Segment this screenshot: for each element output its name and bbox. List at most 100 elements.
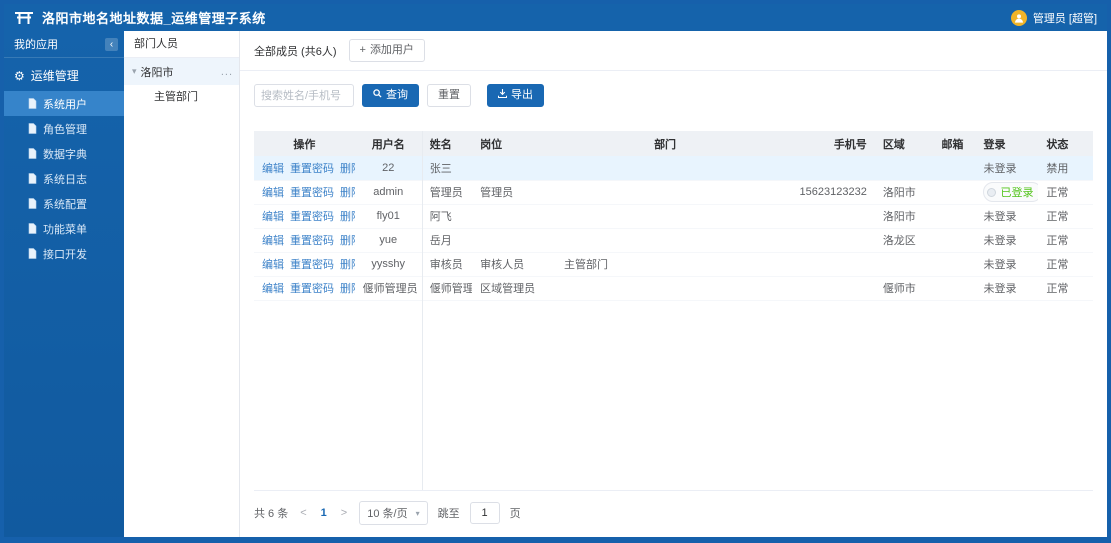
cell-username: fly01	[354, 204, 422, 229]
sidebar-item-6[interactable]: 接口开发	[4, 241, 124, 266]
next-page-button[interactable]: >	[339, 507, 349, 519]
sidebar-item-label: 角色管理	[43, 123, 87, 136]
sidebar-item-1[interactable]: 角色管理	[4, 116, 124, 141]
cell-status: 正常	[1038, 180, 1093, 205]
cell-dept	[556, 180, 775, 205]
cell-name: 审核员	[421, 252, 473, 277]
cell-username: 偃师管理员	[354, 276, 422, 301]
cell-region: 洛龙区	[874, 228, 934, 253]
edit-link[interactable]: 编辑	[262, 211, 284, 223]
sidebar-collapse-icon[interactable]: ‹	[105, 37, 118, 51]
fixed-column-divider	[421, 131, 423, 490]
cell-login: 未登录	[975, 204, 1039, 229]
sidebar: 我的应用 ‹ ⚙ 运维管理 系统用户角色管理数据字典 系统日志 系统配置 功能菜单 接口…	[4, 31, 124, 537]
search-button[interactable]: 查询	[362, 84, 419, 108]
top-header: 洛阳市地名地址数据_运维管理子系统 管理员 [超管]	[4, 4, 1107, 31]
cell-email	[933, 156, 976, 181]
cell-post	[472, 228, 556, 253]
sidebar-apps-label[interactable]: 我的应用	[14, 36, 58, 52]
table-header-row: 操作 用户名 姓名 岗位 部门 手机号 区域 邮箱 登录 状态	[254, 131, 1093, 157]
export-button[interactable]: 导出	[487, 84, 544, 108]
delete-link[interactable]: 删除	[340, 235, 355, 247]
tree-node-root[interactable]: ▾ 洛阳市 ...	[124, 58, 239, 85]
column-header: 部门	[556, 131, 775, 157]
reset-password-link[interactable]: 重置密码	[290, 187, 334, 199]
sidebar-item-5[interactable]: 功能菜单	[4, 216, 124, 241]
login-toggle[interactable]: 已登录	[983, 182, 1039, 203]
prev-page-button[interactable]: <	[298, 507, 308, 519]
add-user-button[interactable]: + 添加用户	[348, 39, 425, 63]
cell-username: 22	[354, 156, 422, 181]
delete-link[interactable]: 删除	[340, 187, 355, 199]
reset-password-link[interactable]: 重置密码	[290, 283, 334, 295]
reset-button[interactable]: 重置	[427, 84, 471, 108]
cell-phone	[774, 252, 875, 277]
cell-region: 洛阳市	[874, 204, 934, 229]
cell-email	[933, 180, 976, 205]
edit-link[interactable]: 编辑	[262, 163, 284, 175]
edit-link[interactable]: 编辑	[262, 259, 284, 271]
cell-phone	[774, 156, 875, 181]
column-header: 登录	[975, 131, 1039, 157]
page-size-select[interactable]: 10 条/页 ▾	[359, 501, 428, 525]
user-table: 操作用户名姓名岗位部门手机号区域邮箱登录状态 编辑重置密码删除22张三未登录禁用…	[254, 131, 1093, 491]
table-row: 编辑重置密码删除22张三 未登录禁用	[254, 156, 1093, 181]
edit-link[interactable]: 编辑	[262, 283, 284, 295]
tree-node-child[interactable]: 主管部门	[124, 85, 239, 110]
sidebar-item-4[interactable]: 系统配置	[4, 191, 124, 216]
user-avatar[interactable]	[1010, 9, 1027, 26]
user-name[interactable]: 管理员 [超管]	[1033, 10, 1097, 26]
cell-status: 正常	[1038, 204, 1093, 229]
edit-link[interactable]: 编辑	[262, 187, 284, 199]
cell-phone	[774, 276, 875, 301]
cell-post: 区域管理员	[472, 276, 556, 301]
document-icon	[28, 198, 37, 209]
reset-password-link[interactable]: 重置密码	[290, 259, 334, 271]
cell-status: 正常	[1038, 276, 1093, 301]
sidebar-item-2[interactable]: 数据字典	[4, 141, 124, 166]
cell-name: 管理员	[421, 180, 473, 205]
delete-link[interactable]: 删除	[340, 283, 355, 295]
delete-link[interactable]: 删除	[340, 163, 355, 175]
column-header: 岗位	[472, 131, 556, 157]
document-icon	[28, 173, 37, 184]
more-options-icon[interactable]: ...	[221, 66, 233, 78]
cell-region	[874, 156, 934, 181]
cell-login: 未登录	[975, 252, 1039, 277]
plus-icon: +	[359, 44, 366, 56]
sidebar-item-3[interactable]: 系统日志	[4, 166, 124, 191]
document-icon	[28, 148, 37, 159]
cell-region: 偃师市	[874, 276, 934, 301]
cell-email	[933, 204, 976, 229]
jump-page-input[interactable]	[469, 502, 500, 524]
reset-password-link[interactable]: 重置密码	[290, 163, 334, 175]
table-row: 编辑重置密码删除fly01阿飞 洛阳市 未登录正常	[254, 204, 1093, 229]
column-header: 区域	[874, 131, 934, 157]
delete-link[interactable]: 删除	[340, 211, 355, 223]
reset-password-link[interactable]: 重置密码	[290, 235, 334, 247]
edit-link[interactable]: 编辑	[262, 235, 284, 247]
tree-root-label[interactable]: 洛阳市	[141, 64, 217, 80]
search-input[interactable]	[254, 84, 354, 108]
cell-email	[933, 276, 976, 301]
column-header: 手机号	[774, 131, 875, 157]
cell-region: 洛阳市	[874, 180, 934, 205]
sidebar-item-0[interactable]: 系统用户	[4, 91, 124, 116]
total-count-label: 共 6 条	[254, 508, 289, 520]
cell-region	[874, 252, 934, 277]
delete-link[interactable]: 删除	[340, 259, 355, 271]
jump-label: 跳至	[437, 508, 460, 520]
caret-down-icon[interactable]: ▾	[132, 66, 137, 77]
cell-dept	[556, 228, 775, 253]
column-header: 状态	[1038, 131, 1093, 157]
document-icon	[28, 98, 37, 109]
department-panel: 部门人员 ▾ 洛阳市 ... 主管部门	[124, 31, 240, 537]
page-number-button[interactable]: 1	[319, 507, 329, 519]
table-row: 编辑重置密码删除偃师管理员偃师管理员区域管理员偃师市未登录正常	[254, 276, 1093, 301]
cell-username: admin	[354, 180, 422, 205]
cell-post: 审核人员	[472, 252, 556, 277]
cell-name: 岳月	[421, 228, 473, 253]
reset-password-link[interactable]: 重置密码	[290, 211, 334, 223]
sidebar-group-ops[interactable]: ⚙ 运维管理	[4, 58, 124, 91]
toggle-dot-icon	[987, 187, 997, 197]
